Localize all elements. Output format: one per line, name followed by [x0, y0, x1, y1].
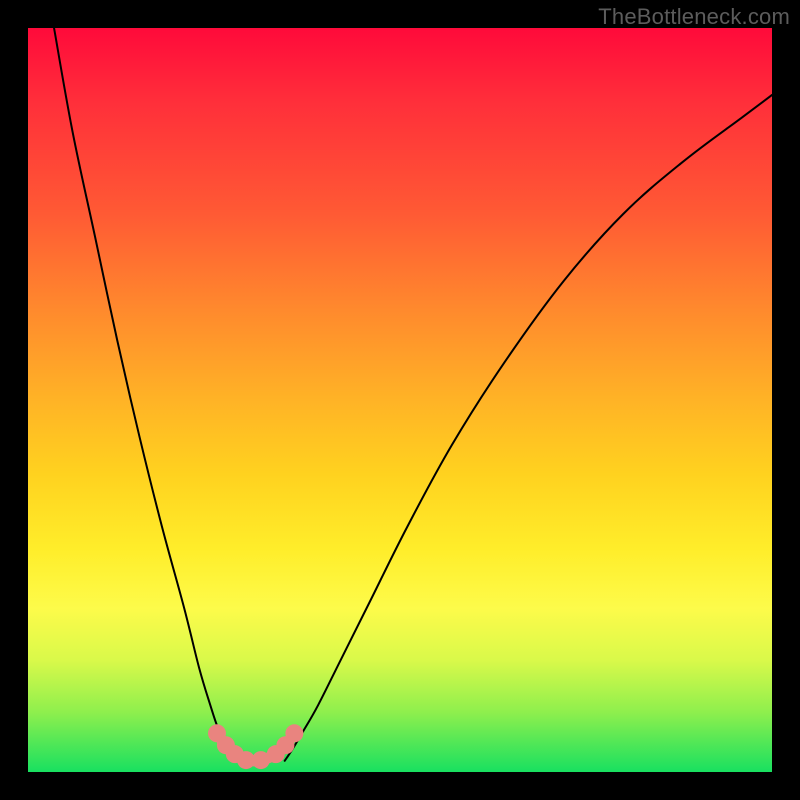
- valley-marker: [285, 724, 303, 742]
- left-curve: [54, 28, 233, 761]
- right-curve: [285, 95, 772, 761]
- marker-layer: [208, 724, 303, 769]
- chart-plot-area: [28, 28, 772, 772]
- watermark-text: TheBottleneck.com: [598, 4, 790, 30]
- chart-svg: [28, 28, 772, 772]
- curve-layer: [54, 28, 772, 761]
- chart-frame: TheBottleneck.com: [0, 0, 800, 800]
